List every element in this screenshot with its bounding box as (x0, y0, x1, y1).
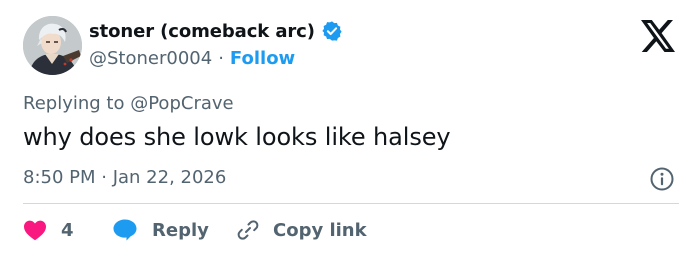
author-display-name[interactable]: stoner (comeback arc) (89, 21, 315, 42)
reply-mention-link[interactable]: @PopCrave (130, 93, 233, 114)
avatar[interactable] (23, 16, 82, 75)
author-handle-row: @Stoner0004 · Follow (89, 48, 295, 69)
reply-label: Reply (152, 219, 209, 241)
author-name-row: stoner (comeback arc) (89, 20, 343, 42)
info-icon[interactable] (649, 166, 675, 192)
author-handle[interactable]: @Stoner0004 (89, 48, 212, 69)
tweet-card: stoner (comeback arc) @Stoner0004 · Foll… (0, 0, 700, 256)
follow-button[interactable]: Follow (230, 48, 295, 69)
link-icon (237, 220, 259, 240)
verified-badge-icon (322, 21, 342, 41)
action-bar: 4 Reply Copy link (23, 216, 367, 244)
anime-avatar-icon (23, 16, 82, 75)
reply-button[interactable]: Reply (113, 218, 235, 242)
tweet-text: why does she lowk looks like halsey (23, 123, 451, 151)
tweet-timestamp[interactable]: 8:50 PM · Jan 22, 2026 (23, 167, 226, 188)
like-count: 4 (61, 219, 74, 241)
x-logo-icon[interactable] (641, 20, 675, 52)
handle-separator: · (218, 48, 224, 69)
copy-link-label: Copy link (273, 219, 367, 241)
like-button[interactable]: 4 (23, 219, 113, 241)
heart-icon (24, 220, 46, 241)
copy-link-button[interactable]: Copy link (235, 217, 367, 243)
reply-bubble-icon (113, 219, 137, 241)
replying-to-label: Replying to (23, 93, 125, 114)
divider (23, 203, 679, 204)
replying-to-line: Replying to @PopCrave (23, 93, 234, 114)
